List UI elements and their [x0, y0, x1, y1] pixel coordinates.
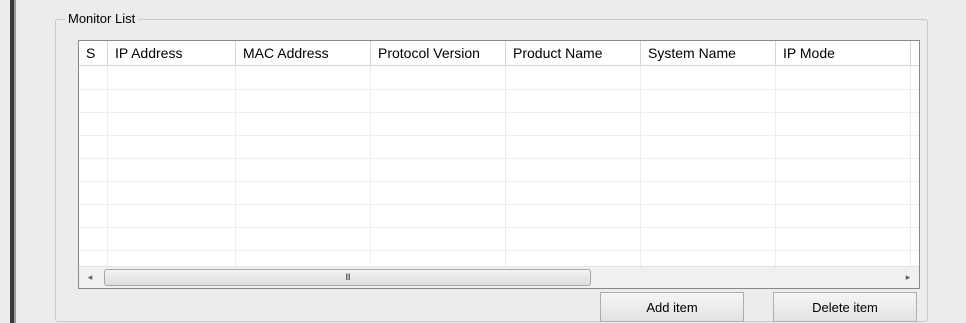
grid-row-line — [79, 181, 919, 182]
column-header-product-name[interactable]: Product Name — [506, 41, 641, 66]
column-header-ip-address[interactable]: IP Address — [108, 41, 236, 66]
column-header-protocol-version[interactable]: Protocol Version — [371, 41, 506, 66]
list-header: S IP Address MAC Address Protocol Versio… — [79, 41, 919, 66]
scrollbar-thumb[interactable]: III — [104, 269, 591, 286]
monitor-list-view[interactable]: S IP Address MAC Address Protocol Versio… — [78, 40, 920, 289]
grid-row-line — [79, 250, 919, 251]
grid-row-line — [79, 227, 919, 228]
grid-column-line — [910, 66, 911, 266]
grid-column-line — [370, 66, 371, 266]
column-header-mac-address[interactable]: MAC Address — [236, 41, 371, 66]
grid-column-line — [107, 66, 108, 266]
horizontal-scrollbar[interactable]: ◂ III ▸ — [79, 266, 919, 288]
grid-column-line — [640, 66, 641, 266]
grid-row-line — [79, 112, 919, 113]
scroll-left-arrow-icon[interactable]: ◂ — [79, 267, 101, 288]
list-body[interactable] — [79, 66, 919, 266]
column-header-ip-mode[interactable]: IP Mode — [776, 41, 911, 66]
grid-row-line — [79, 135, 919, 136]
grid-column-line — [235, 66, 236, 266]
column-header-truncated[interactable]: I — [911, 41, 919, 66]
grid-column-line — [505, 66, 506, 266]
column-header-system-name[interactable]: System Name — [641, 41, 776, 66]
grid-row-line — [79, 89, 919, 90]
delete-item-button[interactable]: Delete item — [773, 292, 917, 322]
scroll-right-arrow-icon[interactable]: ▸ — [897, 267, 919, 288]
grid-row-line — [79, 204, 919, 205]
add-item-button[interactable]: Add item — [600, 292, 744, 322]
grid-column-line — [775, 66, 776, 266]
grid-row-line — [79, 158, 919, 159]
monitor-list-group-title: Monitor List — [65, 11, 139, 27]
window-left-edge — [10, 0, 16, 323]
column-header-s[interactable]: S — [79, 41, 108, 66]
